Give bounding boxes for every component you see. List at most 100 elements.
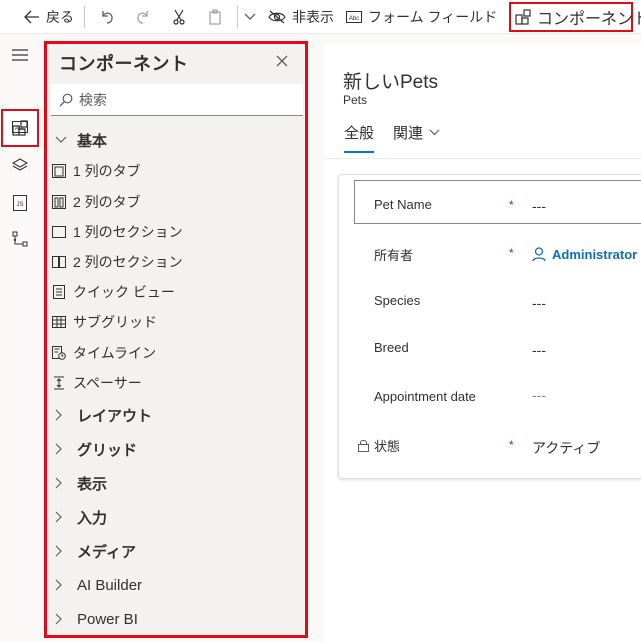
- component-label: タイムライン: [73, 345, 157, 361]
- rail-form-libraries-button[interactable]: JS: [3, 188, 37, 222]
- tab-general[interactable]: 全般: [344, 122, 374, 143]
- chevron-down-icon: [244, 13, 256, 21]
- tab-related[interactable]: 関連: [393, 122, 440, 143]
- redo-button[interactable]: [125, 0, 161, 34]
- quick-view-icon: [51, 284, 67, 300]
- arrow-left-icon: [24, 10, 40, 24]
- person-icon: [532, 247, 546, 262]
- owner-lookup-value[interactable]: Administrator S: [532, 247, 641, 262]
- group-label: 入力: [77, 509, 108, 527]
- field-value[interactable]: アクティブ: [532, 438, 600, 458]
- eye-hidden-icon: [268, 10, 286, 24]
- panel-title: コンポーネント: [59, 54, 189, 74]
- svg-text:Abc: Abc: [349, 16, 359, 22]
- paste-button[interactable]: [197, 0, 233, 34]
- tab-divider: [324, 158, 641, 159]
- chevron-right-icon: [55, 579, 69, 591]
- search-input[interactable]: 検索: [51, 84, 303, 116]
- two-column-section-icon: [51, 254, 67, 270]
- components-label: コンポーネント: [537, 11, 641, 28]
- component-label: 2 列のセクション: [73, 254, 183, 270]
- js-file-icon: JS: [13, 194, 27, 216]
- components-icon: [515, 9, 531, 25]
- component-label: 1 列のタブ: [73, 163, 141, 179]
- field-label: Pet Name: [374, 197, 432, 212]
- chevron-right-icon: [55, 409, 69, 421]
- required-marker: *: [509, 246, 514, 260]
- svg-text:JS: JS: [16, 202, 23, 208]
- close-icon: [273, 55, 291, 74]
- search-placeholder: 検索: [79, 91, 107, 108]
- group-label: メディア: [77, 543, 136, 561]
- component-two-column-section[interactable]: 2 列のセクション: [47, 247, 305, 277]
- field-label: 所有者: [374, 248, 414, 263]
- field-value[interactable]: ---: [532, 342, 546, 358]
- group-power-bi[interactable]: Power BI: [47, 604, 305, 634]
- group-display[interactable]: 表示: [47, 468, 305, 498]
- group-input[interactable]: 入力: [47, 502, 305, 532]
- group-label: グリッド: [77, 441, 138, 459]
- one-column-tab-icon: [51, 163, 67, 179]
- component-spacer[interactable]: スペーサー: [47, 368, 305, 398]
- component-quick-view[interactable]: クイック ビュー: [47, 277, 305, 307]
- component-label: クイック ビュー: [73, 284, 175, 300]
- group-label: Power BI: [77, 610, 138, 628]
- field-value[interactable]: ---: [532, 198, 546, 214]
- close-panel-button[interactable]: [273, 52, 291, 70]
- group-label: AI Builder: [77, 576, 143, 594]
- group-grid[interactable]: グリッド: [47, 434, 305, 464]
- two-column-tab-icon: [51, 194, 67, 210]
- chevron-right-icon: [55, 613, 69, 625]
- search-icon: [59, 93, 73, 107]
- hamburger-icon: [12, 48, 28, 66]
- text-field-icon: Abc: [12, 120, 28, 138]
- component-one-column-section[interactable]: 1 列のセクション: [47, 217, 305, 247]
- component-label: 2 列のタブ: [73, 194, 141, 210]
- chevron-right-icon: [55, 545, 69, 557]
- more-dropdown-button[interactable]: [242, 0, 262, 34]
- field-label: Appointment date: [374, 389, 476, 404]
- group-basic[interactable]: 基本: [47, 125, 305, 155]
- form-field-label: フォーム フィールド: [368, 8, 498, 25]
- group-layout[interactable]: レイアウト: [47, 400, 305, 430]
- cut-button[interactable]: [161, 0, 197, 34]
- rail-tree-view-button[interactable]: [3, 150, 37, 184]
- form-entity-name: Pets: [343, 93, 368, 107]
- spacer-icon: [51, 375, 67, 391]
- chevron-down-icon: [429, 129, 440, 136]
- form-field-button[interactable]: Abc フォーム フィールド: [340, 0, 503, 34]
- chevron-right-icon: [55, 477, 69, 489]
- field-label: Breed: [374, 340, 409, 355]
- component-two-column-tab[interactable]: 2 列のタブ: [47, 187, 305, 217]
- chevron-right-icon: [55, 443, 69, 455]
- hide-button[interactable]: 非表示: [262, 0, 340, 34]
- scissors-icon: [171, 9, 187, 25]
- hamburger-menu-button[interactable]: [3, 40, 37, 74]
- tab-label: 全般: [344, 125, 375, 142]
- component-one-column-tab[interactable]: 1 列のタブ: [47, 156, 305, 186]
- undo-button[interactable]: [89, 0, 125, 34]
- component-subgrid[interactable]: サブグリッド: [47, 307, 305, 337]
- rail-fields-button[interactable]: Abc: [3, 112, 37, 146]
- rail-business-rules-button[interactable]: [3, 224, 37, 258]
- timeline-icon: [51, 345, 67, 361]
- group-media[interactable]: メディア: [47, 536, 305, 566]
- flow-icon: [12, 231, 28, 252]
- layers-icon: [11, 157, 29, 178]
- required-marker: *: [509, 438, 514, 452]
- left-rail: Abc JS: [0, 34, 40, 642]
- lock-icon: [358, 439, 369, 452]
- group-label: 基本: [77, 132, 108, 150]
- component-label: 1 列のセクション: [73, 224, 183, 240]
- field-value[interactable]: ---: [532, 387, 546, 403]
- group-ai-builder[interactable]: AI Builder: [47, 570, 305, 600]
- back-label: 戻る: [46, 8, 74, 25]
- chevron-right-icon: [55, 511, 69, 523]
- field-value[interactable]: ---: [532, 295, 546, 311]
- tab-label: 関連: [393, 125, 424, 142]
- component-timeline[interactable]: タイムライン: [47, 338, 305, 368]
- status-field-label: 状態: [358, 436, 400, 455]
- text-field-icon: Abc: [346, 10, 362, 23]
- components-button[interactable]: コンポーネント: [509, 2, 641, 32]
- back-button[interactable]: 戻る: [0, 0, 80, 34]
